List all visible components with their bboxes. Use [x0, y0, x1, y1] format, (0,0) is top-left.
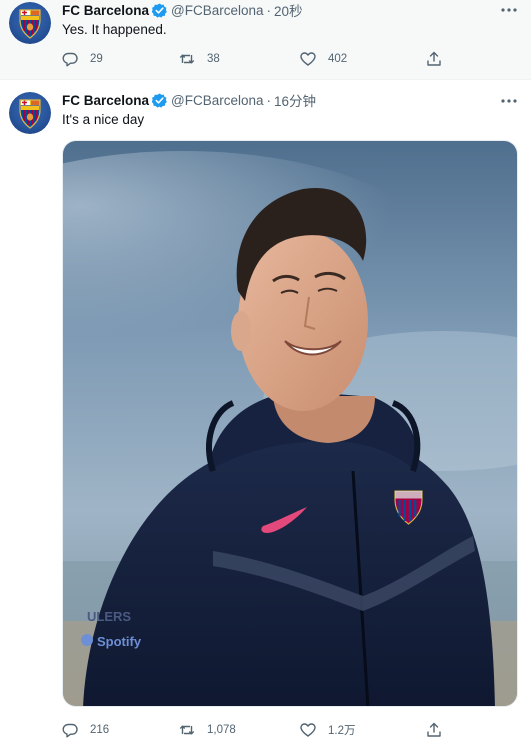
avatar[interactable]: [9, 2, 51, 44]
tweet[interactable]: FC Barcelona @FCBarcelona · 16分钟 It's a …: [0, 80, 531, 739]
fc-barcelona-crest-icon: [9, 2, 51, 44]
photo-illustration: ULERS Spotify: [63, 141, 517, 706]
reply-button[interactable]: 29: [62, 49, 103, 69]
author-handle[interactable]: @FCBarcelona: [171, 93, 264, 108]
tweet-text: Yes. It happened.: [62, 22, 167, 37]
reply-count: 29: [90, 53, 103, 65]
share-icon: [427, 722, 441, 737]
more-options-button[interactable]: [499, 0, 519, 20]
avatar[interactable]: [9, 92, 51, 134]
retweet-icon: [179, 54, 195, 64]
like-count: 1.2万: [328, 725, 356, 737]
share-button[interactable]: [426, 720, 442, 740]
tweet[interactable]: FC Barcelona @FCBarcelona · 20秒 Yes. It …: [0, 0, 531, 80]
tweet-text: It's a nice day: [62, 112, 145, 127]
reply-icon: [62, 52, 78, 67]
like-button[interactable]: 402: [300, 49, 347, 69]
author-handle[interactable]: @FCBarcelona: [171, 3, 264, 18]
more-icon: [501, 99, 517, 103]
author-name[interactable]: FC Barcelona: [62, 3, 149, 18]
separator-dot: ·: [266, 2, 272, 18]
fc-barcelona-crest-icon: [9, 92, 51, 134]
reply-count: 216: [90, 724, 110, 736]
verified-badge-icon: [152, 92, 168, 108]
tweet-photo[interactable]: ULERS Spotify: [62, 140, 518, 707]
retweet-button[interactable]: 38: [179, 49, 220, 69]
spotify-text: Spotify: [97, 634, 142, 649]
reply-button[interactable]: 216: [62, 720, 109, 740]
author-name[interactable]: FC Barcelona: [62, 93, 149, 108]
like-button[interactable]: 1.2万: [300, 720, 356, 740]
reply-icon: [62, 723, 78, 738]
heart-icon: [300, 723, 316, 737]
separator-dot: ·: [266, 92, 272, 108]
like-count: 402: [328, 53, 348, 65]
retweet-button[interactable]: 1,078: [179, 720, 236, 740]
tweet-actions: 29 38 402: [62, 49, 442, 69]
retweet-icon: [179, 725, 195, 735]
share-button[interactable]: [426, 49, 442, 69]
retweet-count: 1,078: [207, 724, 236, 736]
verified-badge-icon: [152, 2, 168, 18]
more-options-button[interactable]: [499, 91, 519, 111]
share-icon: [427, 51, 441, 66]
more-icon: [501, 8, 517, 12]
tweet-actions: 216 1,078 1.2万: [62, 720, 442, 740]
retweet-count: 38: [207, 53, 220, 65]
heart-icon: [300, 52, 316, 66]
timestamp[interactable]: 20秒: [274, 0, 303, 20]
tweet-header: FC Barcelona @FCBarcelona · 16分钟: [62, 90, 316, 110]
jacket-text: ULERS: [87, 609, 131, 624]
tweet-header: FC Barcelona @FCBarcelona · 20秒: [62, 0, 303, 20]
timestamp[interactable]: 16分钟: [274, 90, 316, 110]
